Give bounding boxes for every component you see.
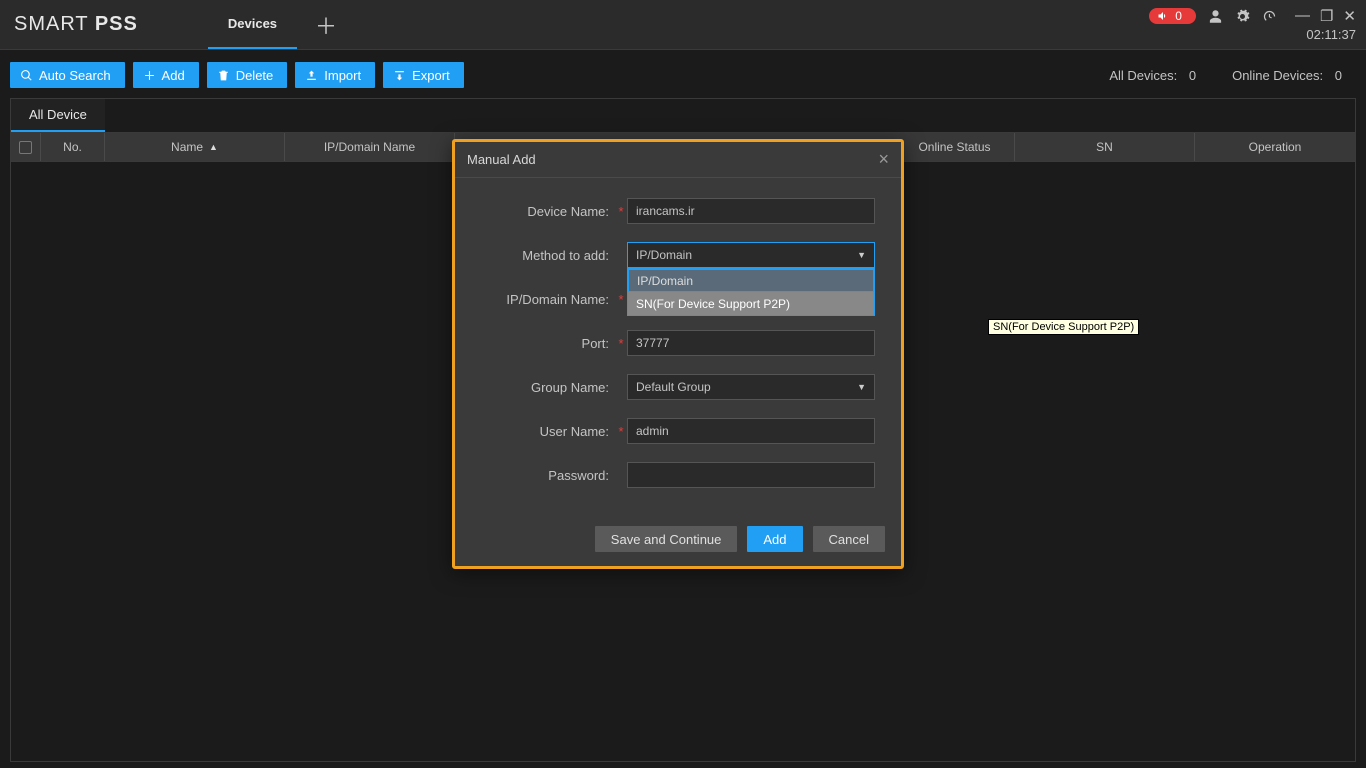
label-port: Port: [465,336,615,351]
import-button[interactable]: Import [295,62,375,88]
toolbar: Auto Search Add Delete Import Export All… [10,58,1356,92]
speaker-icon [1157,10,1169,22]
col-checkbox[interactable] [11,133,41,161]
row-device-name: Device Name: * [465,196,875,226]
col-name-label: Name [171,140,203,154]
online-devices-stat: Online Devices: 0 [1232,68,1342,83]
label-ip-domain: IP/Domain Name: [465,292,615,307]
required-marker: * [615,204,627,219]
method-dropdown: IP/Domain SN(For Device Support P2P) SN(… [627,268,875,316]
header-tabs: Devices ＋ [208,0,337,49]
export-icon [393,69,406,82]
minimize-button[interactable]: — [1295,7,1310,25]
all-devices-label: All Devices: [1109,68,1177,83]
chevron-down-icon: ▼ [857,250,866,260]
export-button[interactable]: Export [383,62,464,88]
alert-badge[interactable]: 0 [1149,8,1196,24]
auto-search-label: Auto Search [39,68,111,83]
cancel-button[interactable]: Cancel [813,526,885,552]
row-user: User Name: * [465,416,875,446]
delete-label: Delete [236,68,274,83]
password-input[interactable] [627,462,875,488]
chevron-down-icon: ▼ [857,382,866,392]
device-name-input[interactable] [627,198,875,224]
plus-icon [143,69,156,82]
dropdown-option-ipdomain[interactable]: IP/Domain [628,269,874,292]
all-devices-count: 0 [1189,68,1196,83]
col-no[interactable]: No. [41,133,105,161]
group-select[interactable]: Default Group ▼ [627,374,875,400]
tooltip: SN(For Device Support P2P) [988,319,1139,335]
dialog-title: Manual Add [467,152,536,167]
auto-search-button[interactable]: Auto Search [10,62,125,88]
title-bar: SMART PSS Devices ＋ 0 — ❐ ✕ 02:11:37 [0,0,1366,50]
required-marker: * [615,292,627,307]
user-name-input[interactable] [627,418,875,444]
dropdown-option-sn[interactable]: SN(For Device Support P2P) [628,292,874,315]
close-button[interactable]: ✕ [1343,7,1356,25]
label-group: Group Name: [465,380,615,395]
label-password: Password: [465,468,615,483]
col-name[interactable]: Name ▲ [105,133,285,161]
method-select[interactable]: IP/Domain ▼ [627,242,875,268]
dashboard-icon[interactable] [1262,9,1277,24]
save-and-continue-button[interactable]: Save and Continue [595,526,738,552]
port-input[interactable] [627,330,875,356]
new-tab-button[interactable]: ＋ [315,9,337,41]
col-online[interactable]: Online Status [895,133,1015,161]
window-controls: — ❐ ✕ [1295,7,1356,25]
alert-count: 0 [1175,9,1182,23]
checkbox-icon[interactable] [19,141,32,154]
col-sn[interactable]: SN [1015,133,1195,161]
manual-add-dialog: Manual Add × Device Name: * Method to ad… [452,139,904,569]
table-tab-strip: All Device [10,98,1356,132]
delete-button[interactable]: Delete [207,62,288,88]
app-title: SMART PSS [14,13,138,36]
app-name-part2: PSS [95,13,138,35]
close-icon[interactable]: × [878,149,889,170]
online-devices-label: Online Devices: [1232,68,1323,83]
add-button[interactable]: Add [133,62,199,88]
label-device-name: Device Name: [465,204,615,219]
row-port: Port: * [465,328,875,358]
group-selected-value: Default Group [636,380,711,394]
gear-icon[interactable] [1235,9,1250,24]
import-icon [305,69,318,82]
app-name-part1: SMART [14,13,88,35]
add-label: Add [162,68,185,83]
required-marker: * [615,424,627,439]
row-password: Password: * [465,460,875,490]
method-selected-value: IP/Domain [636,248,692,262]
tab-devices[interactable]: Devices [208,0,297,49]
search-icon [20,69,33,82]
all-devices-stat: All Devices: 0 [1109,68,1196,83]
col-operation[interactable]: Operation [1195,133,1355,161]
col-ip[interactable]: IP/Domain Name [285,133,455,161]
import-label: Import [324,68,361,83]
add-device-button[interactable]: Add [747,526,802,552]
tab-all-device[interactable]: All Device [11,99,105,132]
dialog-header: Manual Add × [455,142,901,178]
dialog-footer: Save and Continue Add Cancel [455,518,901,566]
label-user: User Name: [465,424,615,439]
row-group: Group Name: * Default Group ▼ [465,372,875,402]
sort-asc-icon: ▲ [209,142,218,152]
online-devices-count: 0 [1335,68,1342,83]
user-icon[interactable] [1208,9,1223,24]
trash-icon [217,69,230,82]
export-label: Export [412,68,450,83]
row-method: Method to add: * IP/Domain ▼ IP/Domain S… [465,240,875,270]
maximize-button[interactable]: ❐ [1320,7,1333,25]
clock: 02:11:37 [1306,27,1356,42]
required-marker: * [615,336,627,351]
label-method: Method to add: [465,248,615,263]
